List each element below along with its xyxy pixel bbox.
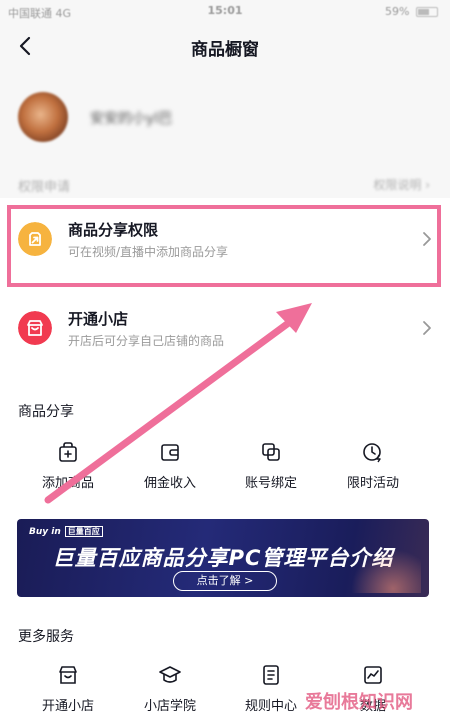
annotation-arrow xyxy=(44,303,312,504)
watermark: 爱刨根知识网 xyxy=(305,692,413,713)
